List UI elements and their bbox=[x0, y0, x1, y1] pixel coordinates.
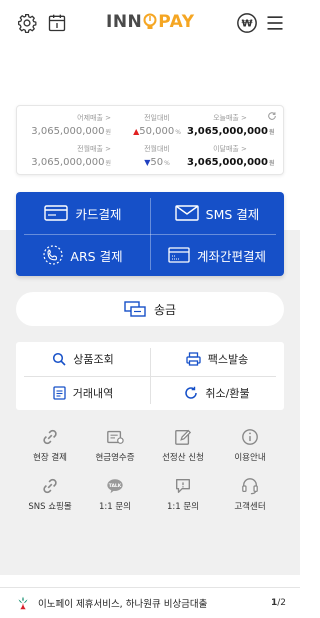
edit-icon bbox=[175, 429, 192, 445]
stat-last-month[interactable]: 전월매출 > 3,065,000,000원 bbox=[31, 144, 111, 168]
cancel-refund-button[interactable]: 취소/환불 bbox=[150, 376, 284, 410]
payment-methods-panel: 카드결제 SMS 결제 ARS 결제 계좌간편결제 bbox=[16, 192, 284, 276]
receipt-icon bbox=[107, 430, 124, 444]
stat-this-month[interactable]: 이달매출 > 3,065,000,000원 bbox=[187, 144, 275, 168]
stat-vs-yesterday: 전일대비 ▲50,000% bbox=[133, 114, 181, 137]
quick-pre-settlement[interactable]: 선정산 신청 bbox=[148, 428, 218, 463]
quick-cash-receipt[interactable]: 현금영수증 bbox=[80, 428, 150, 463]
quick-chat-inquiry[interactable]: 1:1 문의 bbox=[148, 477, 218, 512]
transfer-icon bbox=[124, 301, 146, 317]
link-icon bbox=[43, 429, 57, 445]
svg-text:₩: ₩ bbox=[241, 19, 252, 30]
hana-bank-logo-icon bbox=[18, 596, 28, 610]
stat-yesterday[interactable]: 어제매출 > 3,065,000,000원 bbox=[31, 113, 111, 137]
search-icon bbox=[53, 352, 66, 366]
bulb-icon bbox=[143, 13, 157, 29]
gear-icon[interactable] bbox=[14, 10, 40, 36]
won-currency-icon[interactable]: ₩ bbox=[234, 10, 260, 36]
fax-send-button[interactable]: 팩스발송 bbox=[150, 342, 284, 376]
envelope-icon bbox=[174, 205, 199, 221]
service-menu: 상품조회 팩스발송 거래내역 취소/환불 bbox=[16, 342, 284, 410]
calendar-icon[interactable] bbox=[44, 10, 70, 36]
chat-icon bbox=[176, 479, 190, 493]
sales-stats-card: 어제매출 > 3,065,000,000원 전일대비 ▲50,000% 오늘매출… bbox=[16, 105, 284, 175]
bank-account-icon bbox=[168, 247, 190, 263]
logo-text-right: PAY bbox=[158, 12, 195, 32]
svg-text:TALK: TALK bbox=[109, 483, 122, 489]
headset-icon bbox=[242, 478, 258, 495]
link-icon bbox=[43, 478, 57, 494]
card-payment-button[interactable]: 카드결제 bbox=[16, 192, 150, 234]
banner-pager: 1/2 bbox=[270, 598, 286, 608]
credit-card-icon bbox=[44, 205, 69, 221]
logo-text-left: INN bbox=[106, 12, 143, 32]
phone-icon bbox=[43, 245, 64, 265]
quick-customer-center[interactable]: 고객센터 bbox=[215, 477, 285, 512]
quick-usage-guide[interactable]: 이용안내 bbox=[215, 428, 285, 463]
ars-payment-button[interactable]: ARS 결제 bbox=[16, 234, 150, 276]
transfer-label: 송금 bbox=[153, 302, 177, 317]
quick-sns-shop[interactable]: SNS 쇼핑몰 bbox=[15, 477, 85, 512]
account-payment-button[interactable]: 계좌간편결제 bbox=[150, 234, 284, 276]
printer-icon bbox=[186, 352, 201, 366]
quick-onsite-payment[interactable]: 현장 결제 bbox=[15, 428, 85, 463]
transfer-button[interactable]: 송금 bbox=[16, 292, 284, 326]
quick-talk-inquiry[interactable]: TALK 1:1 문의 bbox=[80, 477, 150, 512]
document-list-icon bbox=[53, 386, 66, 400]
stat-vs-last-month: 전월대비 ▼50% bbox=[144, 145, 170, 168]
hamburger-menu-icon[interactable] bbox=[262, 10, 288, 36]
product-lookup-button[interactable]: 상품조회 bbox=[16, 342, 150, 376]
banner-text: 이노페이 제휴서비스, 하나원큐 비상금대출 bbox=[38, 599, 208, 610]
stat-today[interactable]: 오늘매출 > 3,065,000,000원 bbox=[187, 113, 275, 137]
sms-payment-button[interactable]: SMS 결제 bbox=[150, 192, 284, 234]
transaction-history-button[interactable]: 거래내역 bbox=[16, 376, 150, 410]
refund-icon bbox=[185, 386, 198, 399]
promo-banner[interactable]: 이노페이 제휴서비스, 하나원큐 비상금대출 1/2 bbox=[0, 587, 300, 618]
app-header: INN PAY ₩ bbox=[0, 0, 300, 48]
talk-icon: TALK bbox=[107, 479, 123, 494]
info-icon bbox=[242, 429, 258, 445]
innopay-logo: INN PAY bbox=[106, 10, 195, 34]
